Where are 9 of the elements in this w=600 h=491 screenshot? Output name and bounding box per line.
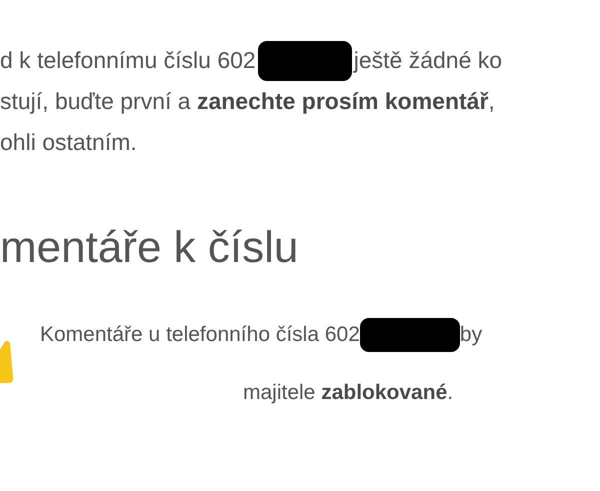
paragraph-text: Komentáře u telefonního čísla 602 [40, 323, 360, 347]
paragraph-text: stují, buďte první a zanechte prosím komentář, [0, 88, 495, 115]
warning-icon [0, 339, 14, 385]
section-heading: mentáře k číslu [0, 223, 300, 273]
paragraph-text: by [460, 323, 482, 347]
paragraph-text: d k telefonnímu číslu 602 [0, 47, 256, 74]
paragraph-text: ještě žádné ko [354, 47, 502, 74]
paragraph-text: ohli ostatním. [0, 129, 137, 156]
paragraph-text: majitele zablokované. [243, 381, 454, 405]
